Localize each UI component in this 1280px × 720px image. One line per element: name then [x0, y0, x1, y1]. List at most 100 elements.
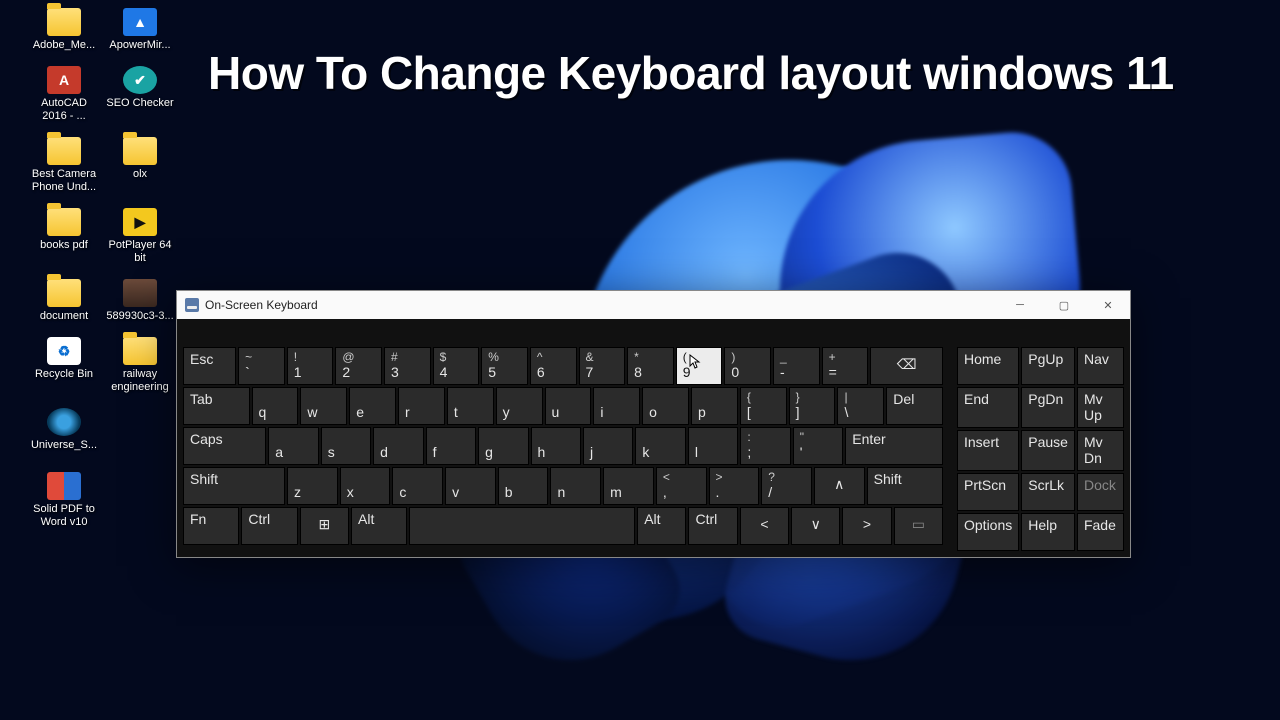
key-[interactable]: +=	[822, 347, 869, 385]
desktop-icon[interactable]: books pdf	[28, 208, 100, 252]
key-alt[interactable]: Alt	[351, 507, 407, 545]
key-a[interactable]: a	[268, 427, 318, 465]
key-esc[interactable]: Esc	[183, 347, 236, 385]
key-prtscn[interactable]: PrtScn	[957, 473, 1019, 511]
key-z[interactable]: z	[287, 467, 338, 505]
key-pause[interactable]: Pause	[1021, 430, 1075, 471]
key-[interactable]: "'	[793, 427, 843, 465]
key-scrlk[interactable]: ScrLk	[1021, 473, 1075, 511]
desktop-icon[interactable]: olx	[104, 137, 176, 181]
osk-titlebar[interactable]: On-Screen Keyboard ─ ▢ ✕	[177, 291, 1130, 319]
key-insert[interactable]: Insert	[957, 430, 1019, 471]
key-[interactable]: }]	[789, 387, 836, 425]
key-pgdn[interactable]: PgDn	[1021, 387, 1075, 428]
desktop-icon[interactable]: ▲ApowerMir...	[104, 8, 176, 52]
key-g[interactable]: g	[478, 427, 528, 465]
key-dock[interactable]: Dock	[1077, 473, 1124, 511]
key-help[interactable]: Help	[1021, 513, 1075, 551]
key-[interactable]: ∧	[814, 467, 865, 505]
desktop-icon[interactable]: Solid PDF to Word v10	[28, 472, 100, 529]
key-l[interactable]: l	[688, 427, 738, 465]
key-2[interactable]: @2	[335, 347, 382, 385]
key-[interactable]: <	[740, 507, 789, 545]
key-pgup[interactable]: PgUp	[1021, 347, 1075, 385]
key-8[interactable]: *8	[627, 347, 674, 385]
key-t[interactable]: t	[447, 387, 494, 425]
key-[interactable]: >.	[709, 467, 760, 505]
key-e[interactable]: e	[349, 387, 396, 425]
key-[interactable]: <,	[656, 467, 707, 505]
key-del[interactable]: Del	[886, 387, 943, 425]
key-o[interactable]: o	[642, 387, 689, 425]
desktop-icon[interactable]: document	[28, 279, 100, 323]
key-shift[interactable]: Shift	[183, 467, 285, 505]
key-[interactable]: >	[842, 507, 891, 545]
key-[interactable]: :;	[740, 427, 790, 465]
desktop-icon[interactable]: 589930c3-3...	[104, 279, 176, 323]
key-b[interactable]: b	[498, 467, 549, 505]
key-v[interactable]: v	[445, 467, 496, 505]
key-[interactable]: ?/	[761, 467, 812, 505]
key-ctrl[interactable]: Ctrl	[688, 507, 737, 545]
key-home[interactable]: Home	[957, 347, 1019, 385]
desktop-icon[interactable]: ✔SEO Checker	[104, 66, 176, 110]
maximize-button[interactable]: ▢	[1042, 291, 1086, 319]
minimize-button[interactable]: ─	[998, 291, 1042, 319]
key-space[interactable]	[409, 507, 635, 545]
desktop-icon[interactable]: Adobe_Me...	[28, 8, 100, 52]
key-4[interactable]: $4	[433, 347, 480, 385]
key-7[interactable]: &7	[579, 347, 626, 385]
key-d[interactable]: d	[373, 427, 423, 465]
key-alt[interactable]: Alt	[637, 507, 686, 545]
key-y[interactable]: y	[496, 387, 543, 425]
close-button[interactable]: ✕	[1086, 291, 1130, 319]
key-mvup[interactable]: Mv Up	[1077, 387, 1124, 428]
key-x[interactable]: x	[340, 467, 391, 505]
key-f[interactable]: f	[426, 427, 476, 465]
key-mvdn[interactable]: Mv Dn	[1077, 430, 1124, 471]
key-i[interactable]: i	[593, 387, 640, 425]
key-q[interactable]: q	[252, 387, 299, 425]
key-r[interactable]: r	[398, 387, 445, 425]
desktop-icon[interactable]: AAutoCAD 2016 - ...	[28, 66, 100, 123]
key-[interactable]: _-	[773, 347, 820, 385]
desktop-icon[interactable]: Universe_S...	[28, 408, 100, 452]
key-w[interactable]: w	[300, 387, 347, 425]
key-[interactable]: ⊞	[300, 507, 349, 545]
key-u[interactable]: u	[545, 387, 592, 425]
key-shift[interactable]: Shift	[867, 467, 943, 505]
key-h[interactable]: h	[531, 427, 581, 465]
key-fade[interactable]: Fade	[1077, 513, 1124, 551]
key-tab[interactable]: Tab	[183, 387, 250, 425]
key-ctrl[interactable]: Ctrl	[241, 507, 297, 545]
key-p[interactable]: p	[691, 387, 738, 425]
key-[interactable]: ▭	[894, 507, 943, 545]
key-options[interactable]: Options	[957, 513, 1019, 551]
key-0[interactable]: )0	[724, 347, 771, 385]
key-6[interactable]: ^6	[530, 347, 577, 385]
key-[interactable]: ⌫	[870, 347, 943, 385]
key-s[interactable]: s	[321, 427, 371, 465]
desktop-icon[interactable]: Best Camera Phone Und...	[28, 137, 100, 194]
key-m[interactable]: m	[603, 467, 654, 505]
key-enter[interactable]: Enter	[845, 427, 943, 465]
key-3[interactable]: #3	[384, 347, 431, 385]
desktop-icon[interactable]: ♻Recycle Bin	[28, 337, 100, 381]
key-[interactable]: ∨	[791, 507, 840, 545]
key-fn[interactable]: Fn	[183, 507, 239, 545]
key-nav[interactable]: Nav	[1077, 347, 1124, 385]
key-k[interactable]: k	[635, 427, 685, 465]
desktop-icon[interactable]: railway engineering	[104, 337, 176, 394]
key-n[interactable]: n	[550, 467, 601, 505]
key-caps[interactable]: Caps	[183, 427, 266, 465]
desktop-icon[interactable]: ▶PotPlayer 64 bit	[104, 208, 176, 265]
key-c[interactable]: c	[392, 467, 443, 505]
key-[interactable]: ~`	[238, 347, 285, 385]
key-[interactable]: |\	[837, 387, 884, 425]
key-[interactable]: {[	[740, 387, 787, 425]
key-end[interactable]: End	[957, 387, 1019, 428]
key-1[interactable]: !1	[287, 347, 334, 385]
key-5[interactable]: %5	[481, 347, 528, 385]
key-9[interactable]: (9	[676, 347, 723, 385]
key-j[interactable]: j	[583, 427, 633, 465]
